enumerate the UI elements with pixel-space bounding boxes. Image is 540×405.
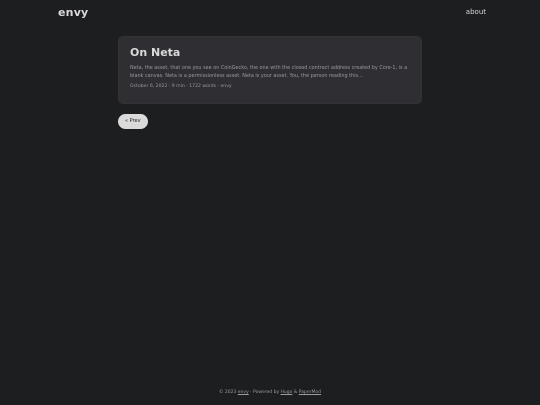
post-author: envy [220,84,232,89]
footer-copyright: © 2023 [218,390,238,395]
nav-link-about[interactable]: about [466,8,486,16]
post-read-time: 9 min [171,84,185,89]
site-footer: © 2023 envy · Powered by Hugo & PaperMod [0,389,540,396]
footer-hugo-link[interactable]: Hugo [281,390,293,395]
post-excerpt: Neta, the asset, that one you see on Coi… [130,65,408,79]
post-meta: October 6, 2022 · 9 min · 1722 words · e… [130,83,410,90]
footer-site-link[interactable]: envy [238,390,249,395]
page: envy about On Neta Neta, the asset, that… [0,0,540,405]
prev-page-button[interactable]: « Prev [118,114,148,129]
post-word-count: 1722 words [189,84,217,89]
footer-powered-by: · Powered by [248,390,281,395]
footer-theme-link[interactable]: PaperMod [299,390,321,395]
post-date: October 6, 2022 [130,84,168,89]
post-entry-card[interactable]: On Neta Neta, the asset, that one you se… [118,36,422,104]
site-header: envy about [0,0,540,28]
site-logo[interactable]: envy [58,6,88,19]
post-title[interactable]: On Neta [130,46,410,60]
